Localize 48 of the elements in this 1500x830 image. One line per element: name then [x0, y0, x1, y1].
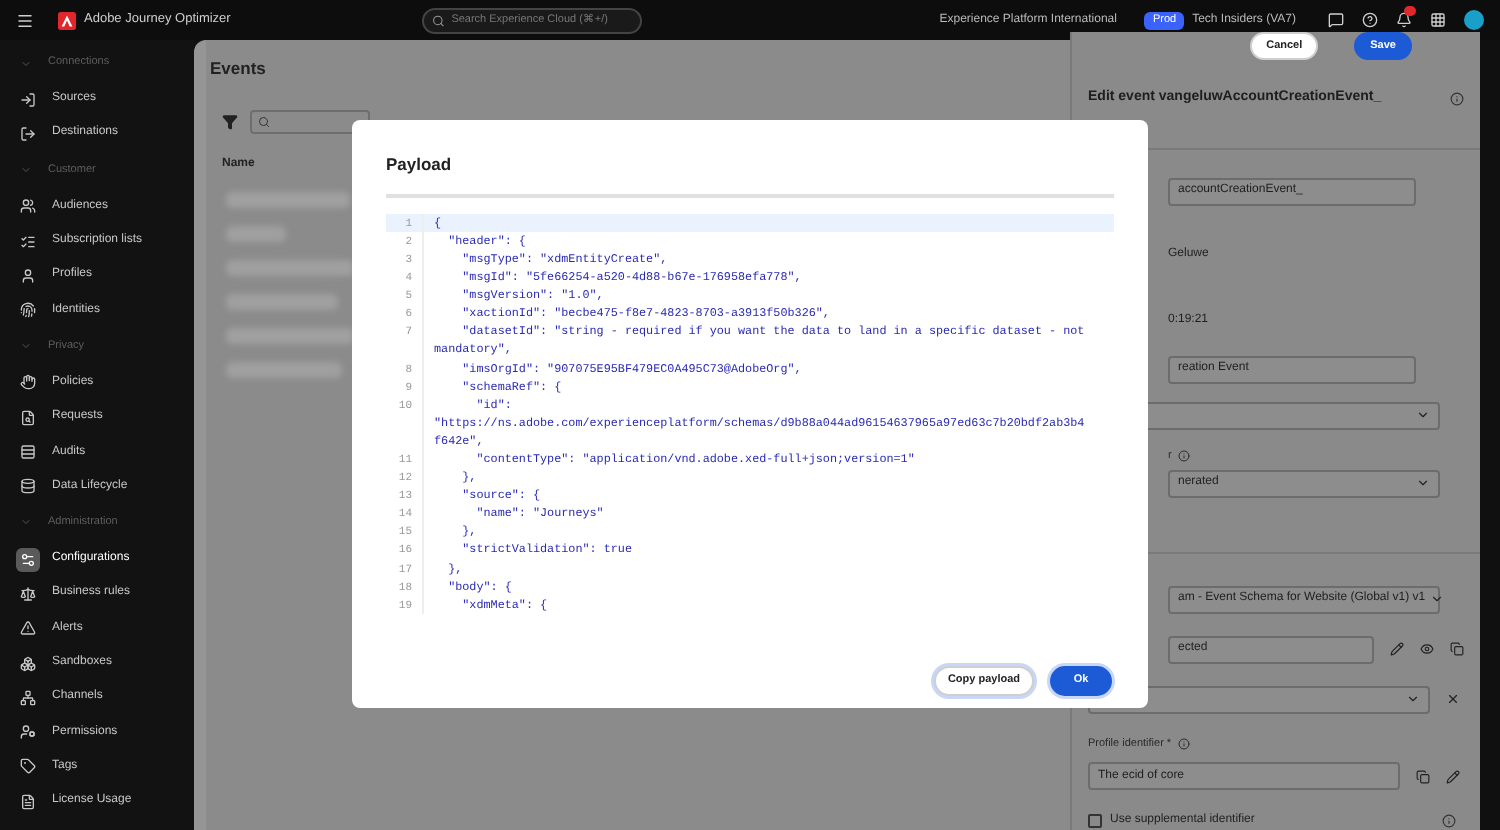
document-icon — [20, 793, 36, 810]
rows-icon — [20, 444, 36, 461]
pencil-icon[interactable] — [1390, 642, 1404, 657]
chevron-down-icon — [1406, 692, 1420, 707]
tag-icon — [20, 758, 36, 775]
apps-grid-icon[interactable] — [1430, 12, 1446, 28]
checkbox[interactable] — [1088, 814, 1102, 828]
person-icon — [20, 267, 36, 284]
chat-icon[interactable] — [1328, 12, 1344, 28]
checklist-icon — [20, 233, 36, 250]
file-search-icon — [20, 409, 36, 426]
fingerprint-icon — [20, 302, 36, 319]
eye-icon[interactable] — [1420, 642, 1434, 657]
pencil-icon[interactable] — [1446, 769, 1460, 783]
blurred-row-placeholder — [226, 191, 350, 208]
blurred-row-placeholder — [226, 327, 354, 344]
search-icon — [432, 13, 446, 27]
info-icon — [1177, 737, 1190, 750]
chevron-down-icon — [1416, 408, 1430, 422]
network-icon — [20, 689, 36, 706]
copy-icon[interactable] — [1416, 769, 1430, 783]
settings-icon — [20, 551, 36, 568]
arrow-in-icon — [20, 91, 36, 108]
logo-icon — [58, 11, 76, 29]
copy-icon[interactable] — [1450, 642, 1464, 657]
chevron-down-icon — [1429, 592, 1444, 607]
help-icon[interactable] — [1362, 12, 1378, 28]
scale-icon — [20, 585, 36, 602]
people-icon — [20, 198, 36, 215]
notification-icon[interactable] — [1396, 12, 1412, 28]
dialog-title: Payload — [386, 152, 454, 178]
boxes-icon — [20, 655, 36, 671]
avatar-icon[interactable] — [1464, 10, 1484, 30]
info-icon — [1177, 449, 1190, 462]
close-icon[interactable] — [1446, 692, 1460, 707]
filter-icon[interactable] — [222, 113, 238, 130]
chevron-down-icon — [1416, 476, 1430, 491]
database-icon — [20, 478, 36, 495]
page-title: Events — [210, 56, 268, 82]
hand-icon — [20, 374, 36, 391]
user-gear-icon — [20, 724, 36, 741]
menu-icon[interactable] — [16, 11, 34, 29]
info-icon — [1442, 814, 1456, 828]
warning-icon — [20, 620, 36, 637]
search-icon — [258, 115, 270, 128]
blurred-row-placeholder — [226, 259, 354, 276]
info-icon — [1450, 91, 1464, 106]
arrow-out-icon — [20, 125, 36, 142]
